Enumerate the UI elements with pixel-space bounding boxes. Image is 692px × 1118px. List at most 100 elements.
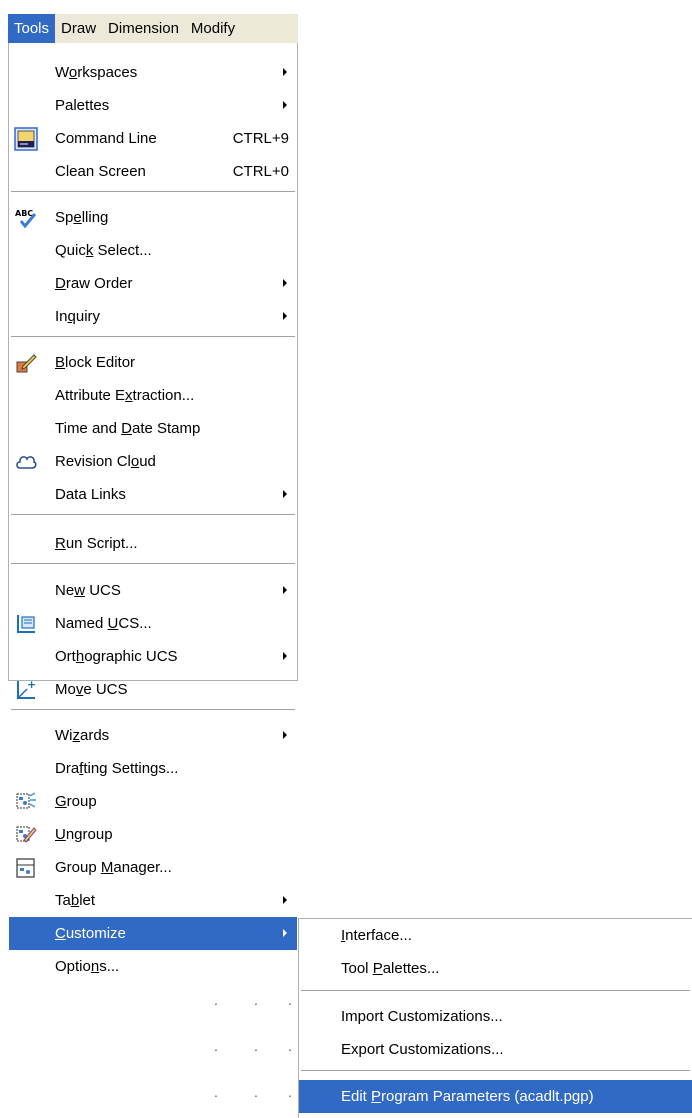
menu-item-draw-order[interactable]: Draw Order xyxy=(9,267,297,300)
menu-item-move-ucs[interactable]: + Move UCS xyxy=(9,673,297,706)
grid-dot: . xyxy=(214,992,218,1008)
revision-cloud-icon xyxy=(16,456,37,469)
menu-item-orthographic-ucs[interactable]: Orthographic UCS xyxy=(9,640,297,673)
menu-item-label: Edit Program Parameters (acadlt.pgp) xyxy=(341,1088,594,1105)
submenu-item-tool-palettes[interactable]: Tool Palettes... xyxy=(299,952,692,985)
menu-item-label: Data Links xyxy=(55,486,126,503)
menu-item-label: Export Customizations... xyxy=(341,1041,504,1058)
menu-item-workspaces[interactable]: Workspaces xyxy=(9,56,297,89)
grid-dot: . xyxy=(254,992,258,1008)
menu-item-label: Named UCS... xyxy=(55,615,152,632)
menu-item-label: Orthographic UCS xyxy=(55,648,178,665)
menu-item-clean-screen[interactable]: Clean Screen CTRL+0 xyxy=(9,155,297,188)
menu-item-drafting-settings[interactable]: Drafting Settings... xyxy=(9,752,297,785)
menu-item-label: Workspaces xyxy=(55,64,138,81)
submenu-arrow-icon xyxy=(283,68,287,76)
menu-item-spelling[interactable]: ABC Spelling xyxy=(9,201,297,234)
menu-item-label: Run Script... xyxy=(55,535,138,552)
menu-item-group-manager[interactable]: Group Manager... xyxy=(9,851,297,884)
shortcut-text: CTRL+9 xyxy=(232,130,289,147)
menu-item-revision-cloud[interactable]: Revision Cloud xyxy=(9,445,297,478)
customize-submenu: Interface... Tool Palettes... Import Cus… xyxy=(298,918,692,1118)
grid-dot: . xyxy=(288,1084,292,1100)
group-icon xyxy=(16,792,36,809)
menu-item-command-line[interactable]: Command Line CTRL+9 xyxy=(9,122,297,155)
menu-item-block-editor[interactable]: Block Editor xyxy=(9,346,297,379)
block-editor-icon xyxy=(16,354,37,373)
named-ucs-icon xyxy=(17,615,35,633)
menu-item-wizards[interactable]: Wizards xyxy=(9,719,297,752)
menu-item-label: Customize xyxy=(55,925,126,942)
submenu-item-export-customizations[interactable]: Export Customizations... xyxy=(299,1033,692,1066)
menu-item-label: Move UCS xyxy=(55,681,128,698)
menu-item-label: Quick Select... xyxy=(55,242,152,259)
shortcut-text: CTRL+0 xyxy=(232,163,289,180)
menu-item-label: Block Editor xyxy=(55,354,136,371)
menu-item-label: Group Manager... xyxy=(55,859,172,876)
menubar-dimension[interactable]: Dimension xyxy=(102,14,185,43)
menu-item-named-ucs[interactable]: Named UCS... xyxy=(9,607,297,640)
menubar-tools[interactable]: Tools xyxy=(8,14,56,43)
menu-item-tablet[interactable]: Tablet xyxy=(9,884,297,917)
move-ucs-icon: + xyxy=(17,678,36,699)
menu-item-options[interactable]: Options... xyxy=(9,950,297,983)
menu-item-label: Tablet xyxy=(55,892,96,909)
menu-separator xyxy=(301,1070,690,1071)
submenu-arrow-icon xyxy=(283,279,287,287)
menu-item-group[interactable]: Group xyxy=(9,785,297,818)
svg-text:+: + xyxy=(27,678,36,691)
submenu-item-import-customizations[interactable]: Import Customizations... xyxy=(299,1000,692,1033)
menu-item-label: Tool Palettes... xyxy=(341,960,440,977)
submenu-arrow-icon xyxy=(283,101,287,109)
menu-item-label: Wizards xyxy=(55,727,110,744)
menu-item-label: Import Customizations... xyxy=(341,1008,503,1025)
svg-text:ABC: ABC xyxy=(15,209,33,218)
menu-item-palettes[interactable]: Palettes xyxy=(9,89,297,122)
menu-separator xyxy=(11,191,295,192)
menu-separator xyxy=(11,336,295,337)
menu-item-label: Options... xyxy=(55,958,120,975)
menu-item-label: Inquiry xyxy=(55,308,101,325)
spelling-icon: ABC xyxy=(15,209,37,229)
menu-item-label: Ungroup xyxy=(55,826,113,843)
menu-item-label: Command Line xyxy=(55,130,157,147)
menu-item-label: Drafting Settings... xyxy=(55,760,179,777)
menu-separator xyxy=(11,514,295,515)
menu-item-label: Spelling xyxy=(55,209,109,226)
menu-item-label: Attribute Extraction... xyxy=(55,387,195,404)
menu-item-customize[interactable]: Customize xyxy=(9,917,297,950)
menu-item-run-script[interactable]: Run Script... xyxy=(9,527,297,560)
grid-dot: . xyxy=(288,1038,292,1054)
command-line-icon xyxy=(14,127,38,151)
submenu-arrow-icon xyxy=(283,490,287,498)
menu-item-inquiry[interactable]: Inquiry xyxy=(9,300,297,333)
submenu-item-edit-program-parameters[interactable]: Edit Program Parameters (acadlt.pgp) xyxy=(299,1080,692,1113)
menu-item-label: Palettes xyxy=(55,97,110,114)
menu-item-time-date-stamp[interactable]: Time and Date Stamp xyxy=(9,412,297,445)
menubar-draw[interactable]: Draw xyxy=(55,14,102,43)
menu-item-label: Interface... xyxy=(341,927,412,944)
menu-item-new-ucs[interactable]: New UCS xyxy=(9,574,297,607)
submenu-arrow-icon xyxy=(283,896,287,904)
submenu-item-interface[interactable]: Interface... xyxy=(299,919,692,952)
menu-item-attribute-extraction[interactable]: Attribute Extraction... xyxy=(9,379,297,412)
submenu-arrow-icon xyxy=(283,312,287,320)
group-manager-icon xyxy=(16,858,35,878)
grid-dot: . xyxy=(214,1084,218,1100)
menu-separator xyxy=(11,709,295,710)
submenu-arrow-icon xyxy=(283,586,287,594)
menu-separator xyxy=(301,990,690,991)
menu-bar: Tools Draw Dimension Modify xyxy=(8,14,298,43)
menu-item-ungroup[interactable]: Ungroup xyxy=(9,818,297,851)
menu-item-data-links[interactable]: Data Links xyxy=(9,478,297,511)
submenu-arrow-icon xyxy=(283,731,287,739)
menu-item-label: Revision Cloud xyxy=(55,453,156,470)
menu-separator xyxy=(11,563,295,564)
grid-dot: . xyxy=(254,1038,258,1054)
menu-item-label: New UCS xyxy=(55,582,121,599)
menu-item-quick-select[interactable]: Quick Select... xyxy=(9,234,297,267)
grid-dot: . xyxy=(288,992,292,1008)
menu-item-label: Group xyxy=(55,793,97,810)
menu-item-label: Clean Screen xyxy=(55,163,146,180)
menubar-modify[interactable]: Modify xyxy=(185,14,241,43)
